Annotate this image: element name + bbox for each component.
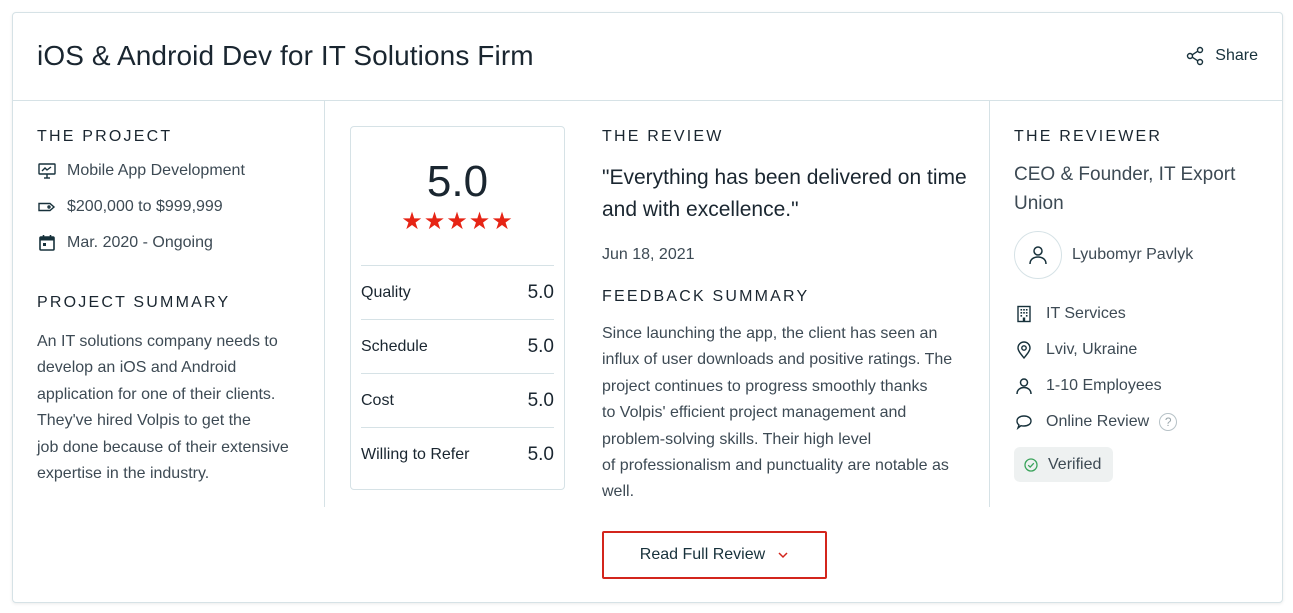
rating-breakdown: Quality 5.0 Schedule 5.0 Cost 5.0 Willin… [361, 265, 554, 481]
read-full-review-button[interactable]: Read Full Review [602, 531, 827, 579]
overall-score: 5.0 [426, 157, 489, 206]
review-section-label: THE REVIEW [602, 128, 724, 145]
location-pin-icon [1017, 341, 1031, 360]
calendar-icon [39, 235, 55, 251]
review-quote: "Everything has been delivered on time a… [602, 162, 976, 226]
review-quote-line: and with excellence." [602, 198, 799, 221]
project-timeline-row: Mar. 2020 - Ongoing [37, 233, 213, 253]
feedback-line: project continues to progress smoothly t… [602, 377, 928, 395]
feedback-line: well. [602, 483, 635, 501]
rating-label: Schedule [361, 337, 428, 355]
project-summary-line: application for one of their clients. [37, 385, 276, 403]
project-summary-label: PROJECT SUMMARY [37, 294, 231, 311]
project-summary-line: job done because of their extensive [37, 438, 289, 456]
rating-label: Quality [361, 283, 411, 301]
feedback-line: problem-solving skills. Their high level [602, 430, 872, 448]
project-summary-line: develop an iOS and Android [37, 359, 237, 377]
feedback-summary-label: FEEDBACK SUMMARY [602, 288, 810, 305]
review-quote-line: "Everything has been delivered on time [602, 166, 967, 189]
review-title: iOS & Android Dev for IT Solutions Firm [37, 40, 534, 71]
help-icon[interactable]: ? [1159, 413, 1178, 431]
star-rating: ★★★★★ [401, 208, 514, 235]
presentation-icon [38, 163, 56, 179]
project-summary-line: They've hired Volpis to get the [37, 412, 251, 430]
price-tag-icon [38, 202, 56, 212]
reviewer-column: THE REVIEWER CEO & Founder, IT Export Un… [989, 101, 1284, 507]
feedback-line: influx of user downloads and positive ra… [602, 351, 953, 369]
project-timeline: Mar. 2020 - Ongoing [67, 234, 213, 251]
reviewer-review-type-row: Online Review ? [1014, 412, 1178, 432]
project-service: Mobile App Development [67, 162, 245, 179]
reviewer-role-line: CEO & Founder, IT Export [1014, 164, 1236, 185]
verified-label: Verified [1048, 455, 1102, 473]
rating-value: 5.0 [527, 281, 554, 303]
feedback-summary: Since launching the app, the client has … [602, 321, 976, 506]
share-label: Share [1215, 47, 1258, 64]
reviewer-industry: IT Services [1046, 305, 1126, 322]
reviewer-industry-row: IT Services [1014, 304, 1126, 324]
project-budget: $200,000 to $999,999 [67, 198, 223, 215]
project-section-label: THE PROJECT [37, 128, 173, 145]
avatar [1014, 231, 1062, 279]
review-card: iOS & Android Dev for IT Solutions Firm … [12, 12, 1283, 603]
feedback-line: Since launching the app, the client has … [602, 325, 938, 342]
project-summary-line: An IT solutions company needs to [37, 333, 278, 350]
read-full-review-label: Read Full Review [639, 546, 766, 563]
building-icon [1017, 305, 1031, 323]
project-summary: An IT solutions company needs to develop… [37, 329, 309, 487]
reviewer-review-type: Online Review [1046, 413, 1150, 430]
reviewer-section-label: THE REVIEWER [1014, 128, 1163, 145]
review-date: Jun 18, 2021 [602, 246, 695, 263]
share-button[interactable]: Share [1185, 46, 1258, 66]
reviewer-company-size: 1-10 Employees [1046, 377, 1162, 394]
rating-row-quality: Quality 5.0 [361, 265, 554, 319]
reviewer-location: Lviv, Ukraine [1046, 341, 1138, 358]
reviewer-role-line: Union [1014, 193, 1064, 214]
user-icon [1029, 246, 1047, 265]
chevron-down-icon [778, 552, 788, 559]
project-column: THE PROJECT Mobile App Development $200,… [13, 101, 325, 507]
feedback-line: of professionalism and punctuality are n… [602, 457, 949, 475]
project-budget-row: $200,000 to $999,999 [37, 197, 223, 217]
reviewer-location-row: Lviv, Ukraine [1014, 340, 1137, 360]
rating-label: Cost [361, 391, 394, 409]
review-header: iOS & Android Dev for IT Solutions Firm … [13, 13, 1282, 101]
reviewer-size-row: 1-10 Employees [1014, 376, 1162, 396]
rating-row-refer: Willing to Refer 5.0 [361, 427, 554, 481]
reviewer-name: Lyubomyr Pavlyk [1072, 246, 1194, 263]
feedback-line: to Volpis' efficient project management … [602, 404, 907, 422]
reviewer-identity: Lyubomyr Pavlyk [1014, 231, 1193, 279]
rating-value: 5.0 [527, 335, 554, 357]
chat-bubble-icon [1016, 415, 1032, 430]
rating-box: 5.0 ★★★★★ Quality 5.0 Schedule 5.0 Cost … [350, 126, 565, 490]
rating-label: Willing to Refer [361, 445, 470, 463]
share-icon [1187, 46, 1204, 66]
project-service-row: Mobile App Development [37, 161, 245, 181]
rating-value: 5.0 [527, 443, 554, 465]
user-icon [1016, 378, 1032, 395]
rating-row-schedule: Schedule 5.0 [361, 319, 554, 373]
verified-badge: Verified [1014, 447, 1114, 482]
reviewer-role: CEO & Founder, IT Export Union [1014, 160, 1264, 218]
project-summary-line: expertise in the industry. [37, 465, 210, 483]
check-circle-icon [1024, 457, 1038, 472]
rating-value: 5.0 [527, 389, 554, 411]
rating-row-cost: Cost 5.0 [361, 373, 554, 427]
